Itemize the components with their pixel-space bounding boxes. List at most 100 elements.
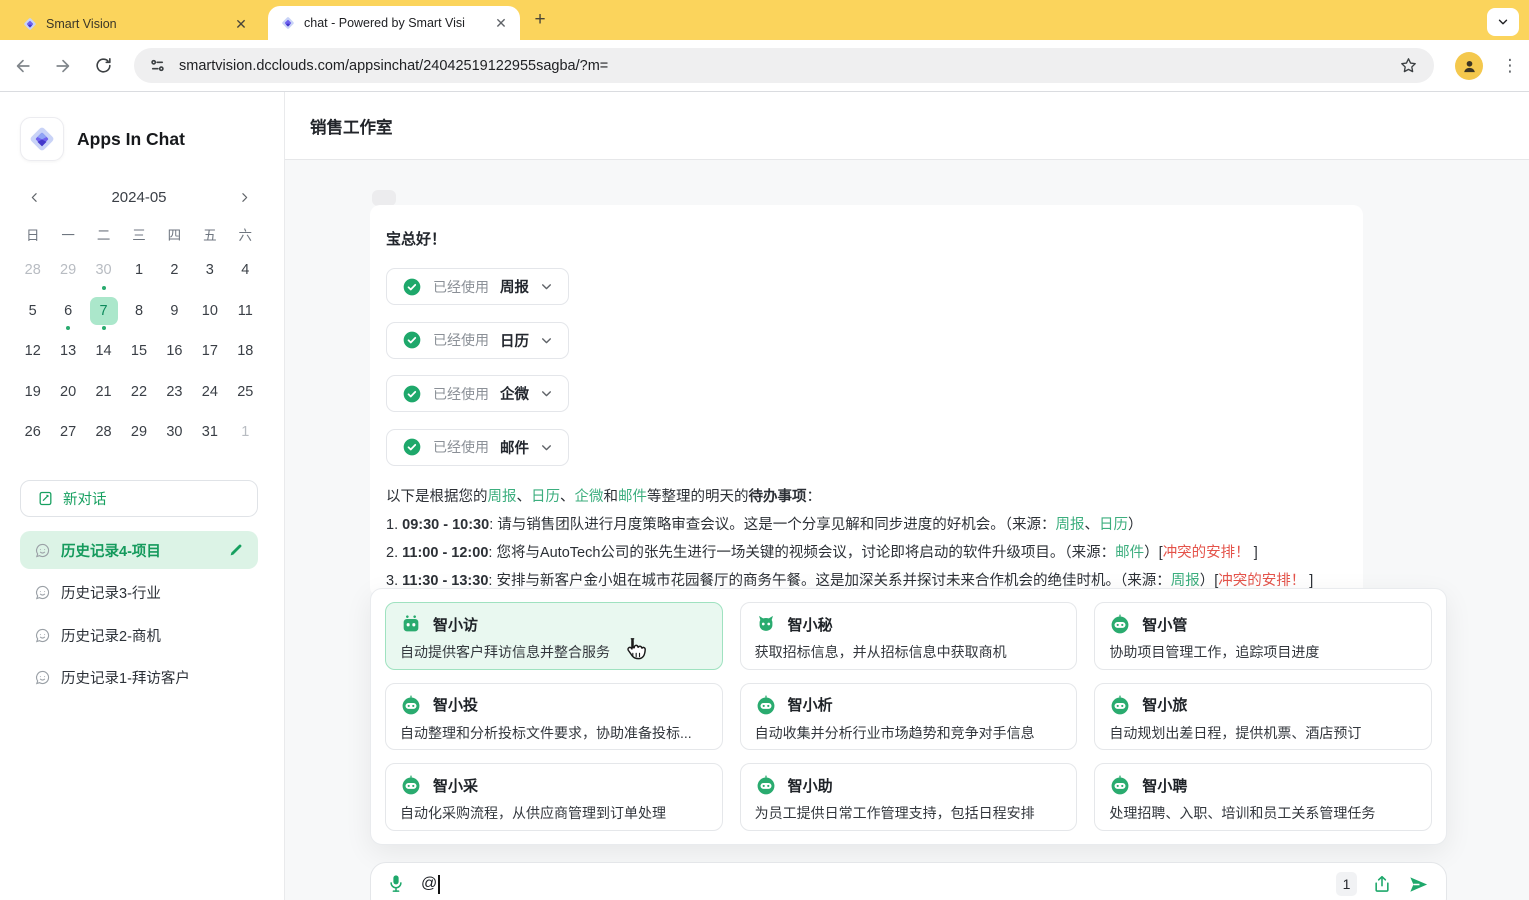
calendar-day[interactable]: 28 (86, 412, 121, 453)
calendar-day[interactable]: 26 (15, 412, 50, 453)
calendar-day[interactable]: 20 (50, 372, 85, 413)
calendar-day[interactable]: 23 (157, 372, 192, 413)
calendar-day[interactable]: 29 (50, 250, 85, 291)
calendar-day[interactable]: 31 (192, 412, 227, 453)
upload-icon[interactable] (1372, 874, 1392, 894)
calendar-day[interactable]: 14 (86, 331, 121, 372)
calendar-day[interactable]: 12 (15, 331, 50, 372)
url-bar[interactable]: smartvision.dcclouds.com/appsinchat/2404… (134, 48, 1434, 83)
calendar-prev-icon[interactable] (23, 186, 45, 208)
source-link[interactable]: 日历 (1099, 517, 1128, 533)
calendar-day[interactable]: 24 (192, 372, 227, 413)
history-list: 历史记录4-项目历史记录3-行业历史记录2-商机历史记录1-拜访客户 (20, 531, 258, 701)
site-info-icon[interactable] (148, 56, 167, 75)
robot-cat-icon (755, 613, 777, 635)
bookmark-star-icon[interactable] (1396, 54, 1420, 78)
url-text[interactable]: smartvision.dcclouds.com/appsinchat/2404… (179, 58, 1396, 74)
calendar-day[interactable]: 9 (157, 291, 192, 332)
edit-pencil-icon[interactable] (228, 542, 244, 558)
agent-card[interactable]: 智小投自动整理和分析投标文件要求，协助准备投标... (385, 683, 723, 751)
calendar-day[interactable]: 13 (50, 331, 85, 372)
source-link[interactable]: 邮件 (618, 489, 647, 505)
text-segment: 1. (386, 517, 402, 533)
workspace-header: 销售工作室 (285, 92, 1529, 160)
calendar-day[interactable]: 8 (121, 291, 156, 332)
browser-menu-icon[interactable]: ⋮ (1500, 52, 1520, 80)
history-item[interactable]: 历史记录4-项目 (20, 531, 258, 569)
calendar-day[interactable]: 7 (86, 291, 121, 332)
calendar-day[interactable]: 22 (121, 372, 156, 413)
agent-card[interactable]: 智小管协助项目管理工作，追踪项目进度 (1094, 602, 1432, 670)
calendar-day[interactable]: 15 (121, 331, 156, 372)
agent-card[interactable]: 智小聘处理招聘、入职、培训和员工关系管理任务 (1094, 763, 1432, 831)
calendar-day[interactable]: 27 (50, 412, 85, 453)
assistant-message-card: 宝总好！ 已经使用周报已经使用日历已经使用企微已经使用邮件 以下是根据您的周报、… (370, 205, 1363, 597)
message-input[interactable]: @ (421, 875, 440, 894)
source-link[interactable]: 日历 (531, 489, 560, 505)
calendar-day[interactable]: 29 (121, 412, 156, 453)
agent-card[interactable]: 智小旅自动规划出差日程，提供机票、酒店预订 (1094, 683, 1432, 751)
calendar-day[interactable]: 28 (15, 250, 50, 291)
tab-smart-vision[interactable]: Smart Vision ✕ (10, 7, 260, 40)
calendar-next-icon[interactable] (233, 186, 255, 208)
new-tab-button[interactable]: + (528, 9, 552, 33)
agent-card[interactable]: 智小析自动收集并分析行业市场趋势和竞争对手信息 (740, 683, 1078, 751)
weekday-label: 日 (15, 224, 50, 244)
source-link[interactable]: 邮件 (1115, 545, 1144, 561)
tool-used-chip[interactable]: 已经使用周报 (386, 268, 569, 305)
tool-used-chip[interactable]: 已经使用日历 (386, 322, 569, 359)
text-segment: 以下是根据您的 (386, 489, 488, 505)
todo-item-2: 2. 11:00 - 12:00: 您将与AutoTech公司的张先生进行一场关… (386, 539, 1347, 567)
source-link[interactable]: 周报 (1056, 517, 1085, 533)
calendar-day[interactable]: 17 (192, 331, 227, 372)
calendar-day[interactable]: 4 (228, 250, 263, 291)
history-item[interactable]: 历史记录3-行业 (20, 574, 258, 612)
calendar-day[interactable]: 25 (228, 372, 263, 413)
agent-card[interactable]: 智小采自动化采购流程，从供应商管理到订单处理 (385, 763, 723, 831)
source-link[interactable]: 周报 (488, 489, 517, 505)
agent-card[interactable]: 智小助为员工提供日常工作管理支持，包括日程安排 (740, 763, 1078, 831)
text-caret (438, 875, 440, 894)
calendar-day[interactable]: 18 (228, 331, 263, 372)
calendar-day[interactable]: 5 (15, 291, 50, 332)
calendar-day[interactable]: 19 (15, 372, 50, 413)
tab-search-button[interactable] (1487, 8, 1519, 36)
calendar-day[interactable]: 2 (157, 250, 192, 291)
text-segment: : 您将与AutoTech公司的张先生进行一场关键的视频会议，讨论即将启动的软件… (488, 545, 1115, 561)
new-chat-button[interactable]: 新对话 (20, 480, 258, 517)
calendar-day[interactable]: 30 (157, 412, 192, 453)
agent-card[interactable]: 智小秘获取招标信息，并从招标信息中获取商机 (740, 602, 1078, 670)
profile-avatar[interactable] (1455, 52, 1483, 80)
app-title: Apps In Chat (77, 129, 185, 150)
todo-intro-line: 以下是根据您的周报、日历、企微和邮件等整理的明天的待办事项： (386, 483, 1347, 511)
source-link[interactable]: 企微 (575, 489, 604, 505)
robot-round-icon (400, 694, 422, 716)
tab-close-icon[interactable]: ✕ (492, 14, 510, 32)
calendar-day[interactable]: 21 (86, 372, 121, 413)
calendar-day[interactable]: 1 (121, 250, 156, 291)
text-segment: : 安排与新客户金小姐在城市花园餐厅的商务午餐。这是加深关系并探讨未来合作机会的… (488, 573, 1170, 589)
calendar-day[interactable]: 1 (228, 412, 263, 453)
tab-close-icon[interactable]: ✕ (232, 15, 250, 33)
agent-card[interactable]: 智小访自动提供客户拜访信息并整合服务 (385, 602, 723, 670)
back-button[interactable] (6, 49, 40, 83)
tab-chat-active[interactable]: chat - Powered by Smart Visi ✕ (268, 6, 520, 40)
calendar-day[interactable]: 6 (50, 291, 85, 332)
history-item[interactable]: 历史记录1-拜访客户 (20, 659, 258, 697)
tool-used-chip[interactable]: 已经使用邮件 (386, 429, 569, 466)
history-item[interactable]: 历史记录2-商机 (20, 616, 258, 654)
calendar-day[interactable]: 11 (228, 291, 263, 332)
source-link[interactable]: 周报 (1171, 573, 1200, 589)
calendar-day[interactable]: 10 (192, 291, 227, 332)
new-document-icon (37, 490, 54, 507)
microphone-icon[interactable] (387, 873, 405, 895)
forward-button[interactable] (46, 49, 80, 83)
calendar-day[interactable]: 30 (86, 250, 121, 291)
message-count-badge: 1 (1336, 872, 1357, 896)
reload-button[interactable] (86, 49, 120, 83)
calendar-day[interactable]: 16 (157, 331, 192, 372)
calendar-day[interactable]: 3 (192, 250, 227, 291)
tool-used-chip[interactable]: 已经使用企微 (386, 375, 569, 412)
send-icon[interactable] (1407, 873, 1430, 896)
text-segment: ） (1128, 517, 1143, 533)
